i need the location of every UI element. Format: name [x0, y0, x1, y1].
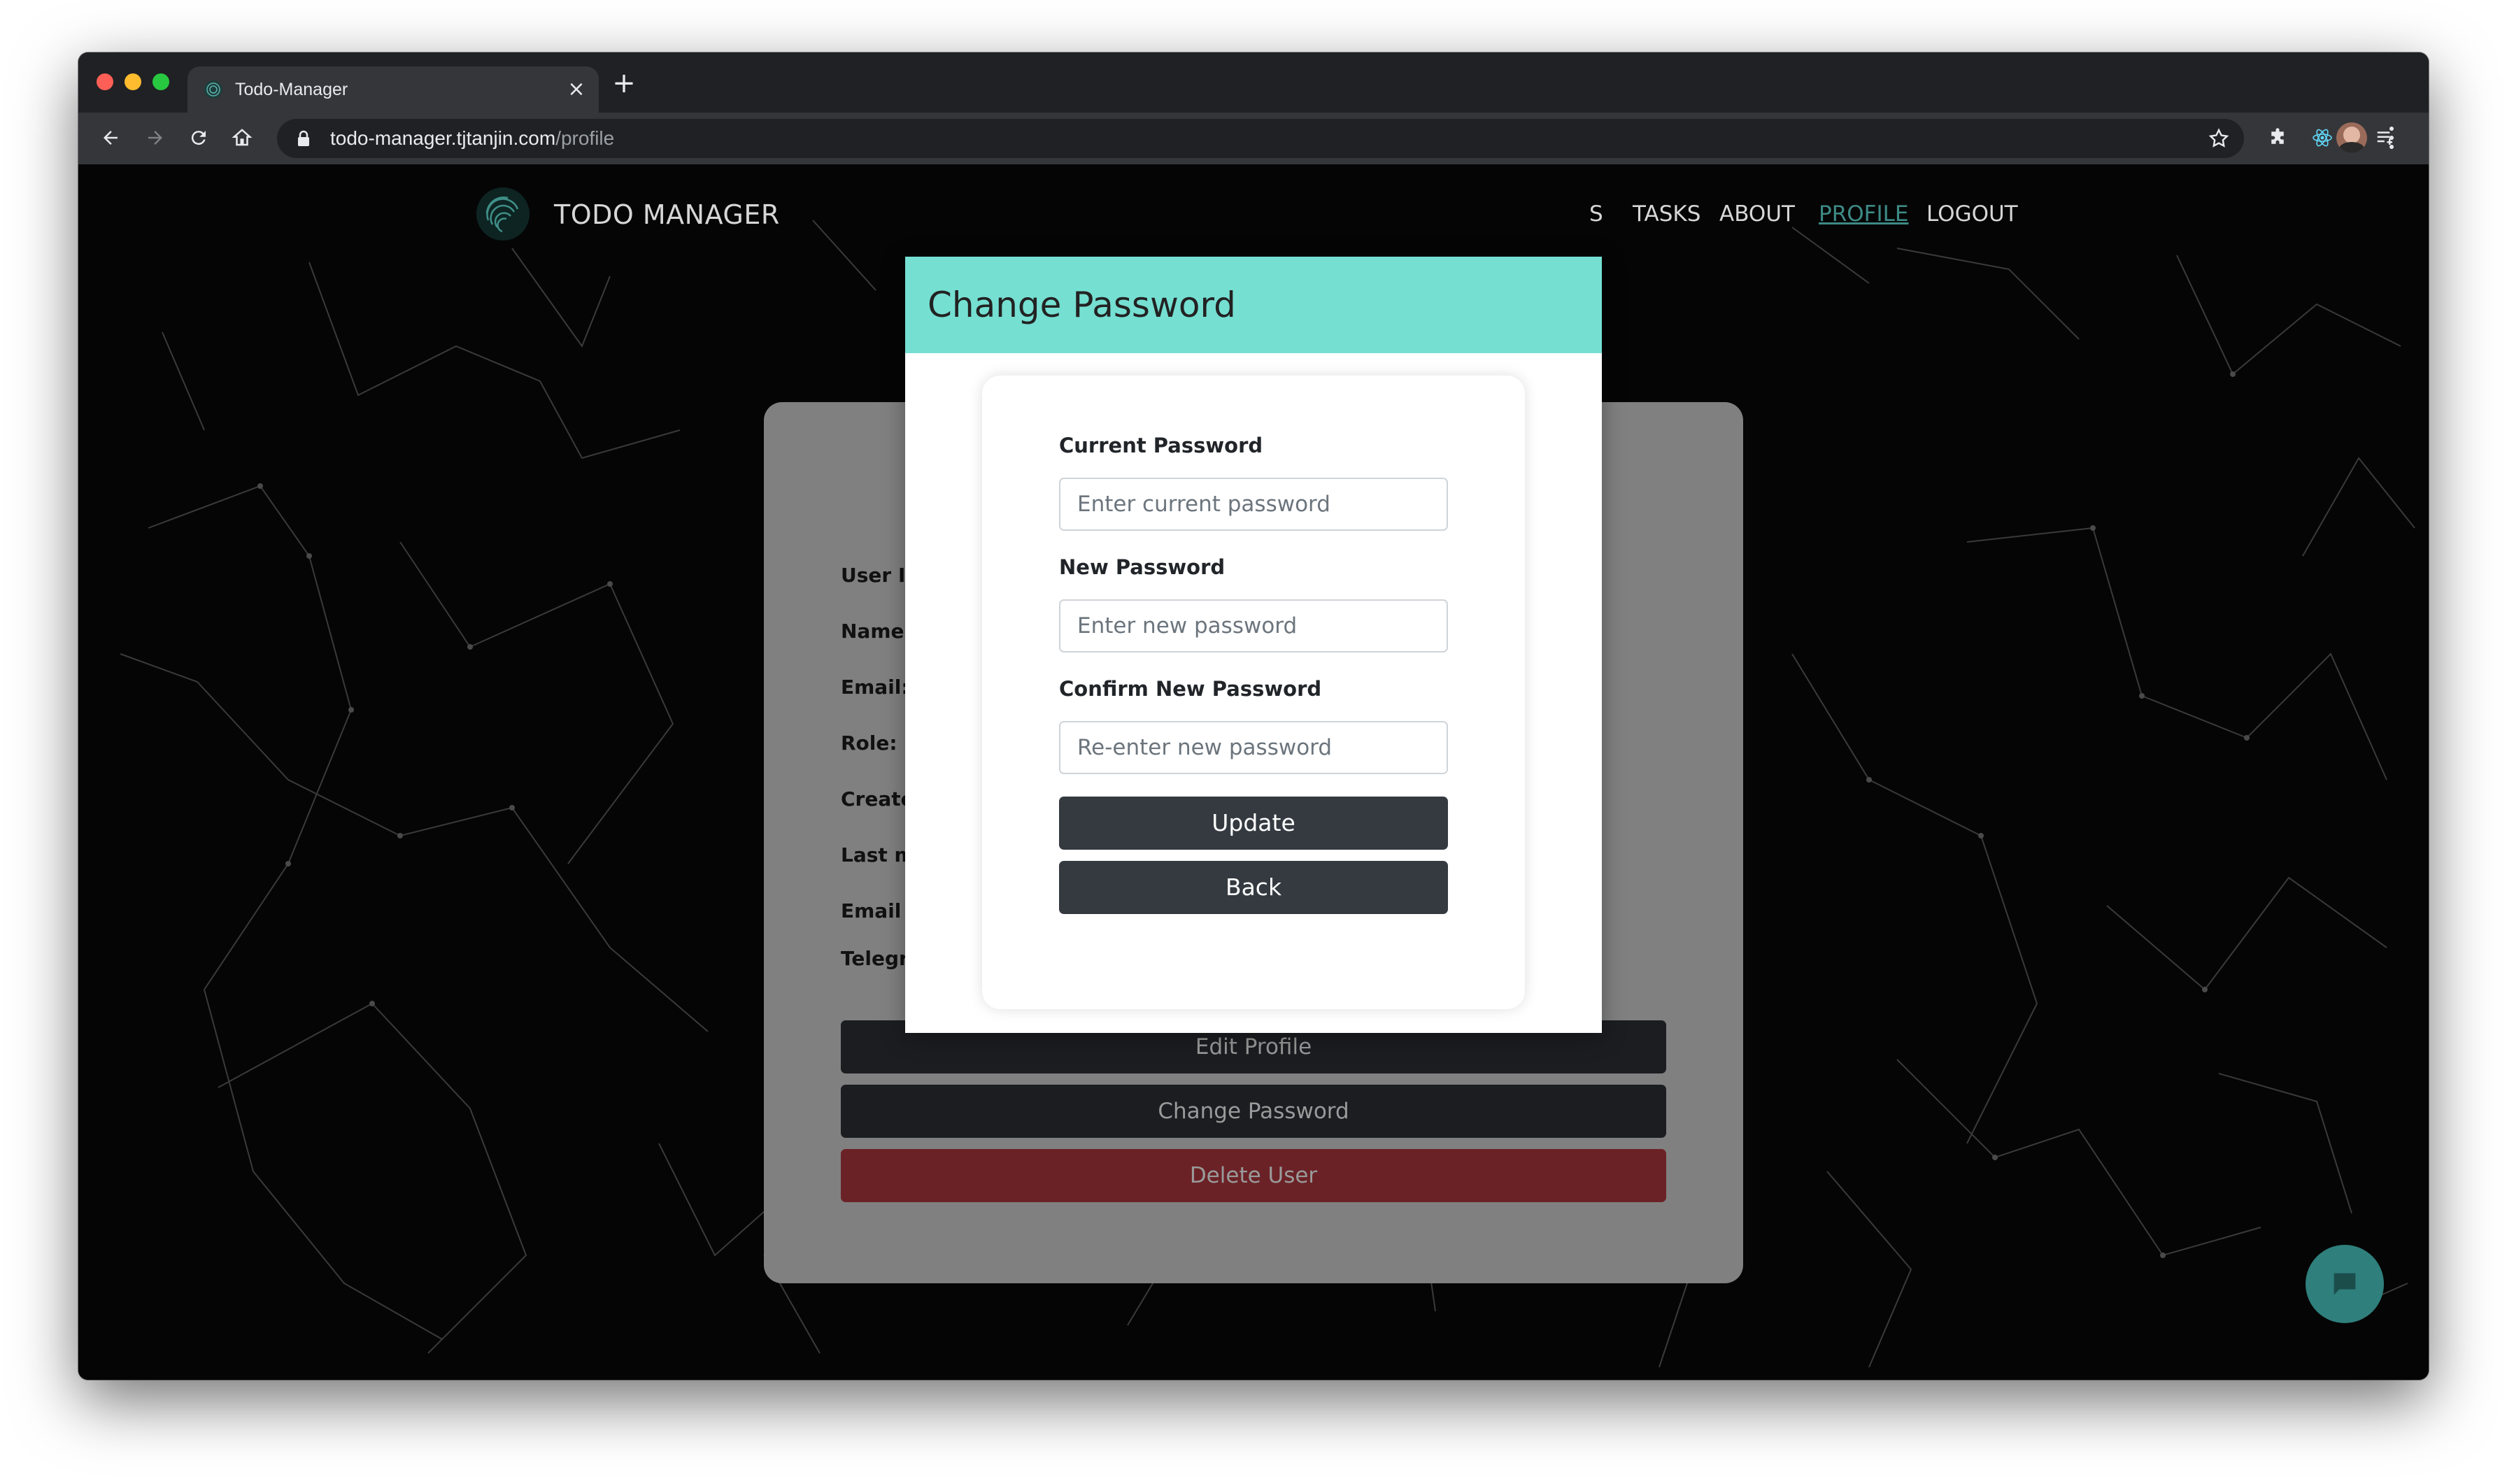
menu-kebab-icon[interactable] [2381, 124, 2402, 152]
browser-toolbar: todo-manager.tjtanjin.com/profile [78, 113, 2429, 164]
new-tab-button[interactable]: + [609, 68, 639, 99]
avatar[interactable] [2336, 122, 2367, 153]
confirm-password-label: Confirm New Password [1059, 677, 1322, 701]
tab-strip: Todo-Manager × + [78, 52, 2429, 113]
profile-field-label: User II [841, 564, 913, 587]
profile-field-label: Last m [841, 843, 915, 866]
update-button[interactable]: Update [1059, 797, 1448, 850]
tab-title: Todo-Manager [235, 80, 348, 99]
confirm-password-input[interactable] [1059, 721, 1448, 774]
close-window-button[interactable] [97, 73, 113, 90]
nav-item-tasks[interactable]: TASKS [1633, 198, 1700, 230]
url-text: todo-manager.tjtanjin.com/profile [330, 127, 615, 149]
new-password-label: New Password [1059, 555, 1226, 579]
profile-field-label: Email I [841, 899, 916, 922]
modal-header: Change Password [905, 257, 1602, 353]
browser-tab[interactable]: Todo-Manager × [187, 66, 599, 113]
back-arrow-icon[interactable] [95, 122, 126, 153]
delete-user-button[interactable]: Delete User [841, 1149, 1666, 1202]
profile-field-label: Telegr [841, 947, 909, 970]
current-password-input[interactable] [1059, 478, 1448, 531]
reload-icon[interactable] [183, 122, 214, 153]
minimize-window-button[interactable] [125, 73, 141, 90]
react-devtools-icon[interactable] [2307, 122, 2338, 153]
address-bar[interactable]: todo-manager.tjtanjin.com/profile [277, 119, 2244, 158]
bookmark-star-icon[interactable] [2208, 127, 2230, 150]
password-form: Current Password New Password Confirm Ne… [982, 376, 1525, 1009]
chat-bubble-icon [2334, 1273, 2356, 1295]
fingerprint-logo-icon [476, 187, 530, 241]
lock-icon [298, 130, 309, 146]
nav-item-about[interactable]: ABOUT [1719, 198, 1795, 230]
profile-field-label: Name: [841, 620, 912, 643]
change-password-button[interactable]: Change Password [841, 1085, 1666, 1138]
profile-field-label: Email: [841, 676, 909, 699]
forward-arrow-icon[interactable] [140, 122, 171, 153]
extensions-puzzle-icon[interactable] [2262, 122, 2293, 153]
current-password-label: Current Password [1059, 434, 1263, 457]
profile-field-label: Create [841, 787, 914, 811]
page-content: TODO MANAGER S TASKS ABOUT PROFILE LOGOU… [78, 164, 2429, 1380]
browser-window: Todo-Manager × + todo-manager.tjtanjin.c… [78, 52, 2429, 1380]
nav-item-profile[interactable]: PROFILE [1819, 198, 1908, 230]
brand-title[interactable]: TODO MANAGER [554, 194, 780, 236]
fingerprint-favicon-icon [204, 80, 222, 99]
nav-item-logout[interactable]: LOGOUT [1926, 198, 2018, 230]
nav-item-partial[interactable]: S [1589, 198, 1603, 230]
tab-close-icon[interactable]: × [564, 77, 589, 102]
change-password-modal: Change Password Current Password New Pas… [905, 257, 1602, 1033]
profile-field-label: Role: [841, 732, 897, 755]
maximize-window-button[interactable] [152, 73, 169, 90]
chat-button[interactable] [2306, 1245, 2384, 1323]
back-button[interactable]: Back [1059, 861, 1448, 914]
new-password-input[interactable] [1059, 599, 1448, 652]
modal-title: Change Password [928, 285, 1236, 325]
home-icon[interactable] [227, 122, 257, 153]
